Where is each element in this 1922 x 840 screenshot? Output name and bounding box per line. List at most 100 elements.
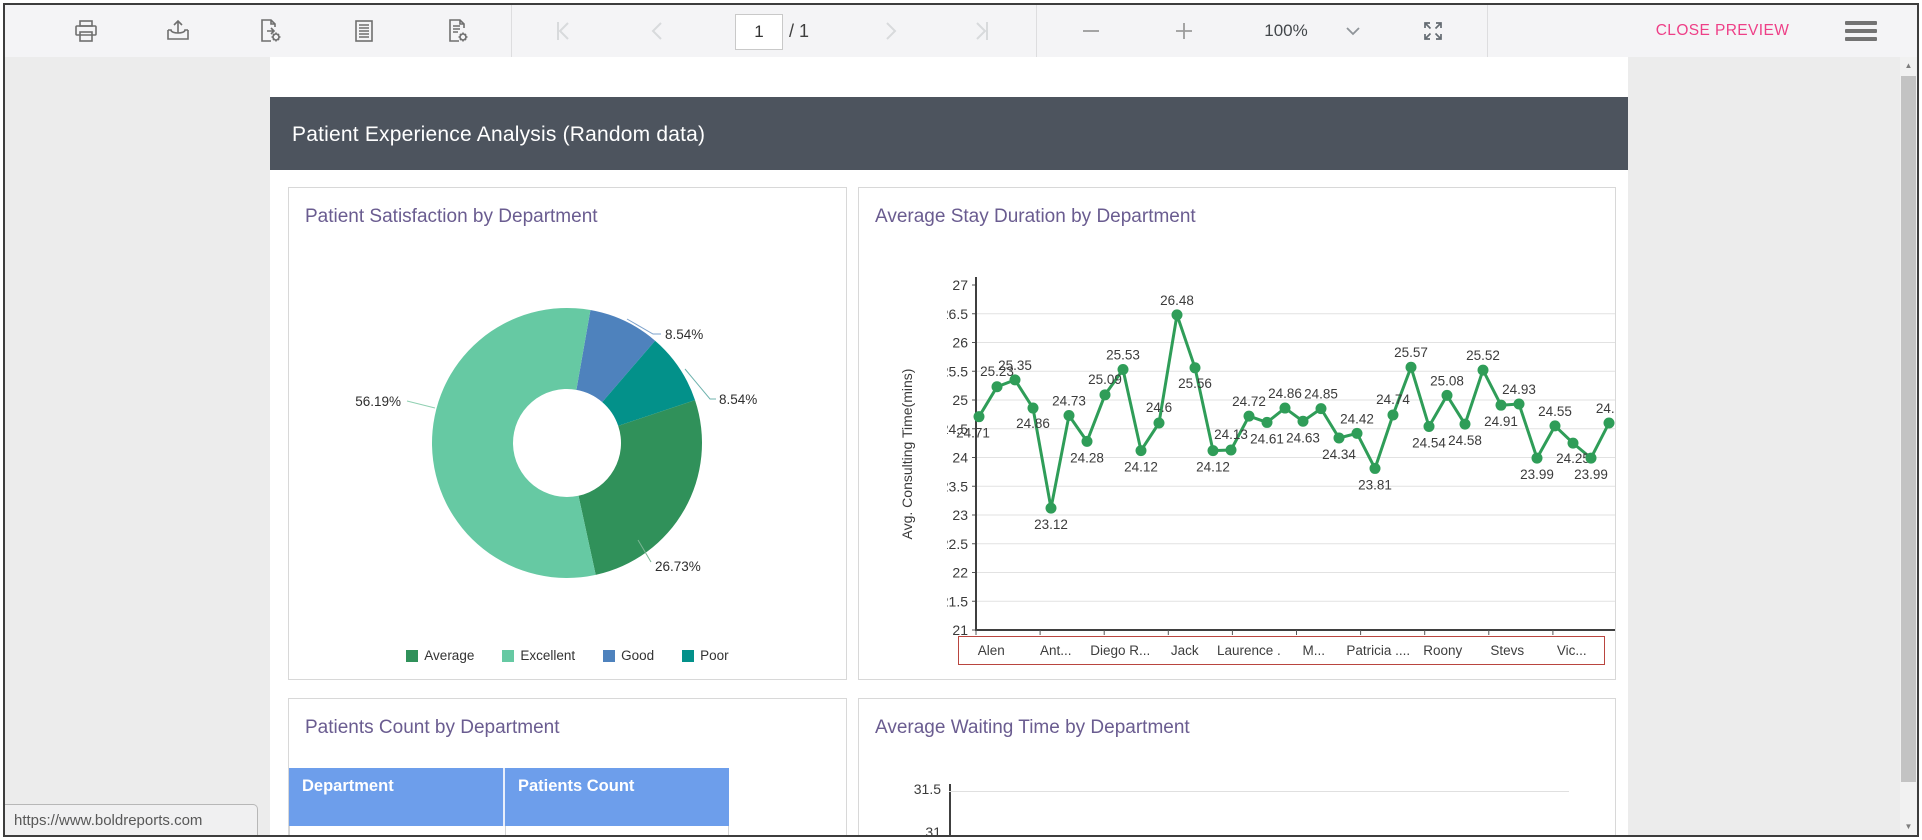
zoom-in-button[interactable] xyxy=(1166,5,1202,57)
legend-swatch xyxy=(603,649,616,662)
data-point xyxy=(1351,427,1363,439)
data-point xyxy=(1369,462,1381,474)
previous-page-icon xyxy=(651,22,662,40)
line-chart-title: Average Stay Duration by Department xyxy=(875,206,1196,227)
data-point-label: 26.48 xyxy=(1160,293,1194,308)
data-point xyxy=(1207,445,1219,457)
close-preview-button[interactable]: CLOSE PREVIEW xyxy=(1635,5,1810,57)
line-chart[interactable]: 2726.52625.52524.52423.52322.52221.52124… xyxy=(947,270,1615,648)
zoom-out-button[interactable] xyxy=(1073,5,1109,57)
scroll-up-button[interactable]: ▲ xyxy=(1900,57,1917,74)
data-point-label: 23.99 xyxy=(1574,467,1608,482)
menu-icon xyxy=(1845,21,1877,25)
data-point xyxy=(1441,389,1453,401)
data-point xyxy=(1045,502,1057,514)
legend-swatch xyxy=(682,649,695,662)
export-icon xyxy=(167,19,189,40)
donut-chart[interactable]: 56.19% 8.54% 8.54% 26.73% xyxy=(289,188,844,618)
data-point-label: 24.63 xyxy=(1286,430,1320,445)
previous-page-button[interactable] xyxy=(639,5,675,57)
toolbar-divider xyxy=(511,5,512,57)
data-point xyxy=(1405,361,1417,373)
waiting-y-tick: 31 xyxy=(925,824,941,837)
data-point-label: 24.42 xyxy=(1340,411,1374,426)
data-point xyxy=(1171,309,1183,321)
data-point-label: 25.53 xyxy=(1106,348,1140,363)
data-point-label: 24.54 xyxy=(1412,435,1446,450)
table-title: Patients Count by Department xyxy=(305,717,560,738)
page-setup-icon xyxy=(449,19,468,42)
data-point xyxy=(1099,389,1111,401)
export-button[interactable] xyxy=(160,5,196,57)
data-point xyxy=(991,381,1003,393)
x-axis-category-label: Laurence ... xyxy=(1217,643,1282,658)
fullscreen-icon xyxy=(1424,22,1442,40)
viewer-toolbar: / 1 100% xyxy=(5,5,1917,58)
y-tick-label: 27 xyxy=(952,277,968,293)
data-point xyxy=(1117,364,1129,376)
chevron-down-icon xyxy=(1346,27,1360,36)
data-point-label: 24.34 xyxy=(1322,447,1356,462)
scroll-down-button[interactable]: ▼ xyxy=(1900,818,1917,835)
data-point xyxy=(1189,362,1201,374)
report-page: Patient Experience Analysis (Random data… xyxy=(270,57,1628,835)
next-page-button[interactable] xyxy=(873,5,909,57)
data-point-label: 24.73 xyxy=(1052,394,1086,409)
data-point-label: 24.86 xyxy=(1268,386,1302,401)
report-viewer-area[interactable]: Patient Experience Analysis (Random data… xyxy=(5,57,1917,835)
data-point-label: 25.56 xyxy=(1178,376,1212,391)
next-page-icon xyxy=(886,22,897,40)
menu-button[interactable] xyxy=(1845,21,1877,41)
print-icon xyxy=(75,20,97,42)
page-number-input[interactable] xyxy=(735,14,783,50)
waiting-data-label: 29.76 xyxy=(1194,833,1227,835)
legend-item-average: Average xyxy=(406,648,474,663)
vertical-scrollbar[interactable]: ▲ ▼ xyxy=(1900,57,1917,835)
first-page-icon xyxy=(557,22,569,40)
first-page-button[interactable] xyxy=(545,5,581,57)
data-point xyxy=(1153,417,1165,429)
data-point-label: 25.35 xyxy=(998,358,1032,373)
y-tick-label: 26 xyxy=(952,335,968,351)
report-title: Patient Experience Analysis (Random data… xyxy=(292,123,706,146)
last-page-icon xyxy=(976,22,988,40)
scrollbar-thumb[interactable] xyxy=(1901,76,1916,782)
data-point-label: 24.71 xyxy=(956,426,990,441)
fullscreen-button[interactable] xyxy=(1415,5,1451,57)
legend-label: Poor xyxy=(700,648,729,663)
data-point xyxy=(1531,452,1543,464)
page-setup-button[interactable] xyxy=(440,5,476,57)
x-axis-labels-selected[interactable]: Alen Ant... Diego R... Jack Laurence ... M...… xyxy=(958,636,1605,665)
zoom-level-value: 100% xyxy=(1264,21,1308,40)
last-page-button[interactable] xyxy=(964,5,1000,57)
plus-icon xyxy=(1176,23,1192,39)
pie-slice-excellent xyxy=(431,308,596,578)
x-axis-category-label: Stevs xyxy=(1490,643,1525,658)
table-row xyxy=(289,826,729,835)
data-point xyxy=(1027,402,1039,414)
data-point-label: 24.25 xyxy=(1556,451,1590,466)
export-setup-button[interactable] xyxy=(252,5,288,57)
x-axis-category-label: Ant... xyxy=(1039,643,1072,658)
data-point-label: 24.72 xyxy=(1232,394,1266,409)
data-point-label: 24.93 xyxy=(1502,382,1536,397)
x-axis-category-label: Roony xyxy=(1423,643,1463,658)
data-point xyxy=(1477,364,1489,376)
page-total-label: / 1 xyxy=(789,21,810,41)
data-point xyxy=(1261,416,1273,428)
data-point xyxy=(1333,432,1345,444)
data-point-label: 24.12 xyxy=(1124,460,1158,475)
data-point xyxy=(1135,445,1147,457)
legend-label: Average xyxy=(424,648,475,663)
toolbar-divider xyxy=(1036,5,1037,57)
data-point xyxy=(1315,403,1327,415)
print-button[interactable] xyxy=(68,5,104,57)
data-point-label: 23.99 xyxy=(1520,467,1554,482)
data-point xyxy=(1513,398,1525,410)
table-header-patients-count: Patients Count xyxy=(518,777,635,795)
pie-callout-label: 56.19% xyxy=(355,394,401,409)
pie-callout-label: 26.73% xyxy=(655,559,701,574)
y-axis-title: Avg. Consulting Time(mins) xyxy=(899,368,915,540)
print-layout-button[interactable] xyxy=(346,5,382,57)
zoom-dropdown[interactable] xyxy=(1335,5,1371,57)
